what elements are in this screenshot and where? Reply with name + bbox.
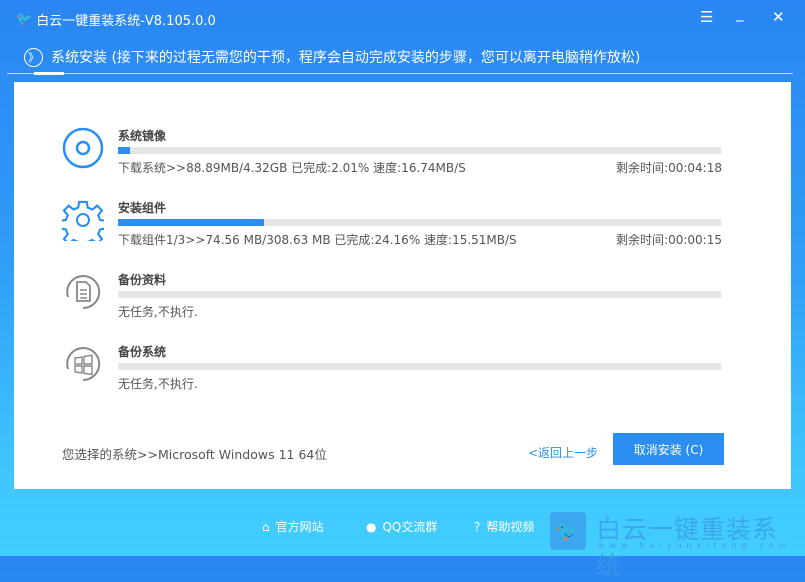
install-panel: 系统镜像 下载系统>>88.89MB/4.32GB 已完成:2.01% 速度:1… bbox=[14, 82, 791, 489]
qq-group-link[interactable]: ● QQ交流群 bbox=[366, 518, 437, 535]
progress-bar bbox=[118, 291, 721, 298]
question-icon: ? bbox=[474, 519, 481, 534]
progress-bar bbox=[118, 219, 721, 226]
windows-backup-icon bbox=[66, 347, 101, 382]
minimize-button[interactable]: _ bbox=[736, 4, 744, 22]
chevron-right-icon: 》 bbox=[24, 47, 43, 67]
page-header: 》系统安装 (接下来的过程无需您的干预，程序会自动完成安装的步骤，您可以离开电脑… bbox=[24, 47, 640, 67]
bird-logo-icon: 🐦 bbox=[550, 512, 586, 550]
cancel-install-button[interactable]: 取消安装 (C) bbox=[613, 433, 724, 465]
step-info: 无任务,不执行. bbox=[118, 305, 198, 319]
gear-icon bbox=[62, 200, 104, 241]
active-underline bbox=[34, 72, 64, 75]
close-button[interactable]: ✕ bbox=[772, 8, 785, 26]
brand-watermark: 🐦 白云一键重装系统 www.baiyunxitong.com bbox=[550, 512, 800, 580]
official-website-link[interactable]: ⌂ 官方网站 bbox=[262, 518, 324, 535]
qq-penguin-icon: ● bbox=[366, 519, 377, 534]
selected-system: 您选择的系统>>Microsoft Windows 11 64位 bbox=[62, 447, 327, 462]
step-name: 备份资料 bbox=[118, 273, 167, 287]
progress-bar bbox=[118, 363, 721, 370]
remaining-time: 剩余时间:00:00:15 bbox=[616, 233, 722, 247]
remaining-time: 剩余时间:00:04:18 bbox=[616, 161, 722, 175]
step-info: 下载组件1/3>>74.56 MB/308.63 MB 已完成:24.16% 速… bbox=[118, 233, 517, 247]
step-name: 备份系统 bbox=[118, 345, 167, 359]
window-title: 🐦 白云一键重装系统-V8.105.0.0 bbox=[16, 12, 216, 29]
home-icon: ⌂ bbox=[262, 519, 270, 534]
progress-bar bbox=[118, 147, 721, 154]
step-name: 系统镜像 bbox=[118, 129, 167, 143]
help-video-link[interactable]: ? 帮助视频 bbox=[474, 518, 534, 535]
document-backup-icon bbox=[66, 275, 101, 310]
back-link[interactable]: <返回上一步 bbox=[528, 444, 598, 461]
progress-fill bbox=[118, 219, 264, 226]
menu-button[interactable]: ☰ bbox=[700, 8, 713, 26]
bird-logo-icon: 🐦 bbox=[16, 12, 33, 27]
divider bbox=[7, 73, 793, 74]
step-name: 安装组件 bbox=[118, 201, 167, 215]
step-info: 下载系统>>88.89MB/4.32GB 已完成:2.01% 速度:16.74M… bbox=[118, 161, 466, 175]
progress-fill bbox=[118, 147, 131, 154]
disc-icon bbox=[62, 127, 104, 169]
step-info: 无任务,不执行. bbox=[118, 377, 198, 391]
